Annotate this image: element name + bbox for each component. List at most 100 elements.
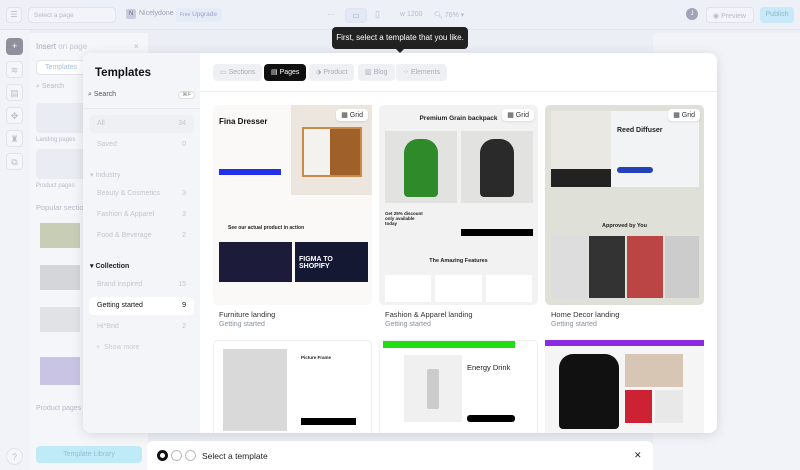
card-title: Home Decor landing	[551, 310, 620, 319]
modal-title: Templates	[95, 67, 152, 79]
template-card-furniture[interactable]: Fina Dresser See our actual product in a…	[213, 105, 372, 305]
label: 0	[182, 141, 186, 148]
label: Picture Frame	[301, 355, 332, 360]
divider	[83, 108, 200, 109]
product-pages-heading: Product pages	[36, 405, 82, 412]
show-more-button[interactable]: + Show more	[96, 344, 139, 351]
label: Blog	[373, 69, 388, 76]
label: FIGMA TO SHOPIFY	[295, 242, 368, 282]
step-indicator	[185, 450, 196, 461]
grid-badge: ▦ Grid	[668, 109, 700, 121]
label: Sections	[228, 69, 256, 76]
grid-badge: ▦ Grid	[502, 109, 534, 121]
category-all[interactable]: All 34	[89, 115, 194, 133]
card-title: Furniture landing	[219, 310, 276, 319]
label: Reed Diffuser	[617, 127, 663, 134]
category-fashion[interactable]: Fashion & Apparel 3	[89, 206, 194, 224]
category-saved[interactable]: Saved 0	[89, 136, 194, 154]
wizard-bar: Select a template ✕	[147, 441, 653, 470]
label: See our actual product in action	[228, 225, 305, 231]
label: Getting started	[97, 302, 143, 309]
wizard-step-label: Select a template	[202, 451, 268, 461]
publish-button[interactable]: Publish	[760, 7, 794, 23]
label: 2	[182, 323, 186, 330]
grid-badge: ▦ Grid	[336, 109, 368, 121]
tab-templates[interactable]: Templates	[36, 60, 86, 75]
tab-product[interactable]: ⬗ Product	[309, 64, 355, 81]
tab-pages[interactable]: ▤ Pages	[264, 64, 307, 81]
tab-blog[interactable]: ▥ Blog	[358, 64, 395, 81]
upgrade-button[interactable]: Free Upgrade	[176, 8, 222, 22]
card-collection: Getting started	[219, 321, 265, 328]
site-logo: N	[126, 9, 136, 19]
label: Grid	[349, 112, 363, 119]
section-thumb[interactable]	[40, 357, 80, 385]
tab-sections[interactable]: ▭ Sections	[213, 64, 263, 81]
label: Approved by You	[601, 223, 648, 229]
label: Preview	[721, 13, 746, 20]
industry-group-toggle[interactable]: ▾ Industry	[90, 171, 120, 179]
label: Food & Beverage	[97, 232, 152, 239]
template-card-home-decor[interactable]: Reed Diffuser Approved by You ▦ Grid	[545, 105, 704, 305]
collection-hibrid[interactable]: Hi*Brid 2	[89, 318, 194, 336]
label: Grid	[515, 112, 529, 119]
pages-icon[interactable]: ▤	[6, 84, 23, 101]
category-food[interactable]: Food & Beverage 2	[89, 227, 194, 245]
template-card-energy-drink[interactable]: Energy Drink	[379, 340, 538, 433]
label: 3	[182, 190, 186, 197]
landing-pages-thumb[interactable]	[36, 103, 86, 133]
template-library-button[interactable]: Template Library	[36, 446, 142, 463]
add-icon[interactable]: +	[6, 38, 23, 55]
label: Upgrade	[192, 11, 218, 18]
label: Grid	[681, 112, 695, 119]
template-card-apparel[interactable]	[545, 340, 704, 433]
template-card-fashion[interactable]: Premium Grain backpack Get 25% discount …	[379, 105, 538, 305]
step-indicator	[171, 450, 182, 461]
card-collection: Getting started	[385, 321, 431, 328]
label: Collection	[95, 263, 130, 270]
tooltip: First, select a template that you like.	[332, 27, 468, 53]
avatar[interactable]: J	[686, 8, 698, 20]
mobile-view-icon[interactable]: ▯	[375, 9, 380, 20]
zoom-select[interactable]: 🔍︎ 76% ▾	[434, 11, 464, 19]
menu-icon[interactable]: ☰	[6, 7, 22, 23]
shortcut-badge: ⌘F	[178, 91, 195, 99]
label: 34	[178, 120, 186, 127]
label: Saved	[97, 141, 117, 148]
section-thumb[interactable]	[40, 223, 80, 248]
templates-modal: Templates ⌕ Search ⌘F All 34 Saved 0 ▾ Indu…	[83, 53, 717, 433]
site-name: Nicelydone	[139, 10, 174, 17]
width-readout: w 1200	[400, 11, 423, 18]
product-pages-label: Product pages	[36, 183, 75, 189]
collection-getting-started[interactable]: Getting started 9	[89, 297, 194, 315]
template-card-picture-frame[interactable]: Picture Frame	[213, 340, 372, 433]
label: Search	[93, 91, 117, 98]
insert-search[interactable]: ⌕ Search	[36, 83, 64, 91]
help-icon[interactable]: ?	[6, 448, 23, 465]
tool-rail: + ≋ ▤ ✥ ♜ ⧉ ?	[0, 30, 30, 470]
assets-icon[interactable]: ⧉	[6, 153, 23, 170]
close-icon[interactable]: ×	[134, 42, 139, 51]
category-beauty[interactable]: Beauty & Cosmetics 3	[89, 185, 194, 203]
tab-elements[interactable]: ⁘ Elements	[396, 64, 447, 81]
section-thumb[interactable]	[40, 307, 80, 332]
desktop-view-icon[interactable]: ▭	[345, 8, 367, 23]
label: 2	[182, 232, 186, 239]
modal-sidebar: Templates ⌕ Search ⌘F All 34 Saved 0 ▾ Indu…	[83, 53, 200, 433]
preview-button[interactable]: ◉ Preview	[706, 7, 754, 23]
page-select[interactable]: Select a page	[28, 7, 116, 23]
apps-icon[interactable]: ♜	[6, 130, 23, 147]
close-icon[interactable]: ✕	[634, 450, 642, 461]
product-pages-thumb[interactable]	[36, 149, 86, 179]
card-collection: Getting started	[551, 321, 597, 328]
layers-icon[interactable]: ≋	[6, 61, 23, 78]
components-icon[interactable]: ✥	[6, 107, 23, 124]
template-search-input[interactable]: ⌕ Search ⌘F	[88, 91, 195, 104]
label: Energy Drink	[467, 363, 511, 372]
label: Free	[180, 12, 191, 18]
label: All	[97, 120, 105, 127]
collection-group-toggle[interactable]: ▾ Collection	[90, 262, 129, 270]
collection-brand-inspired[interactable]: Brand inspired 15	[89, 276, 194, 294]
more-icon[interactable]: ···	[327, 10, 335, 19]
section-thumb[interactable]	[40, 265, 80, 290]
